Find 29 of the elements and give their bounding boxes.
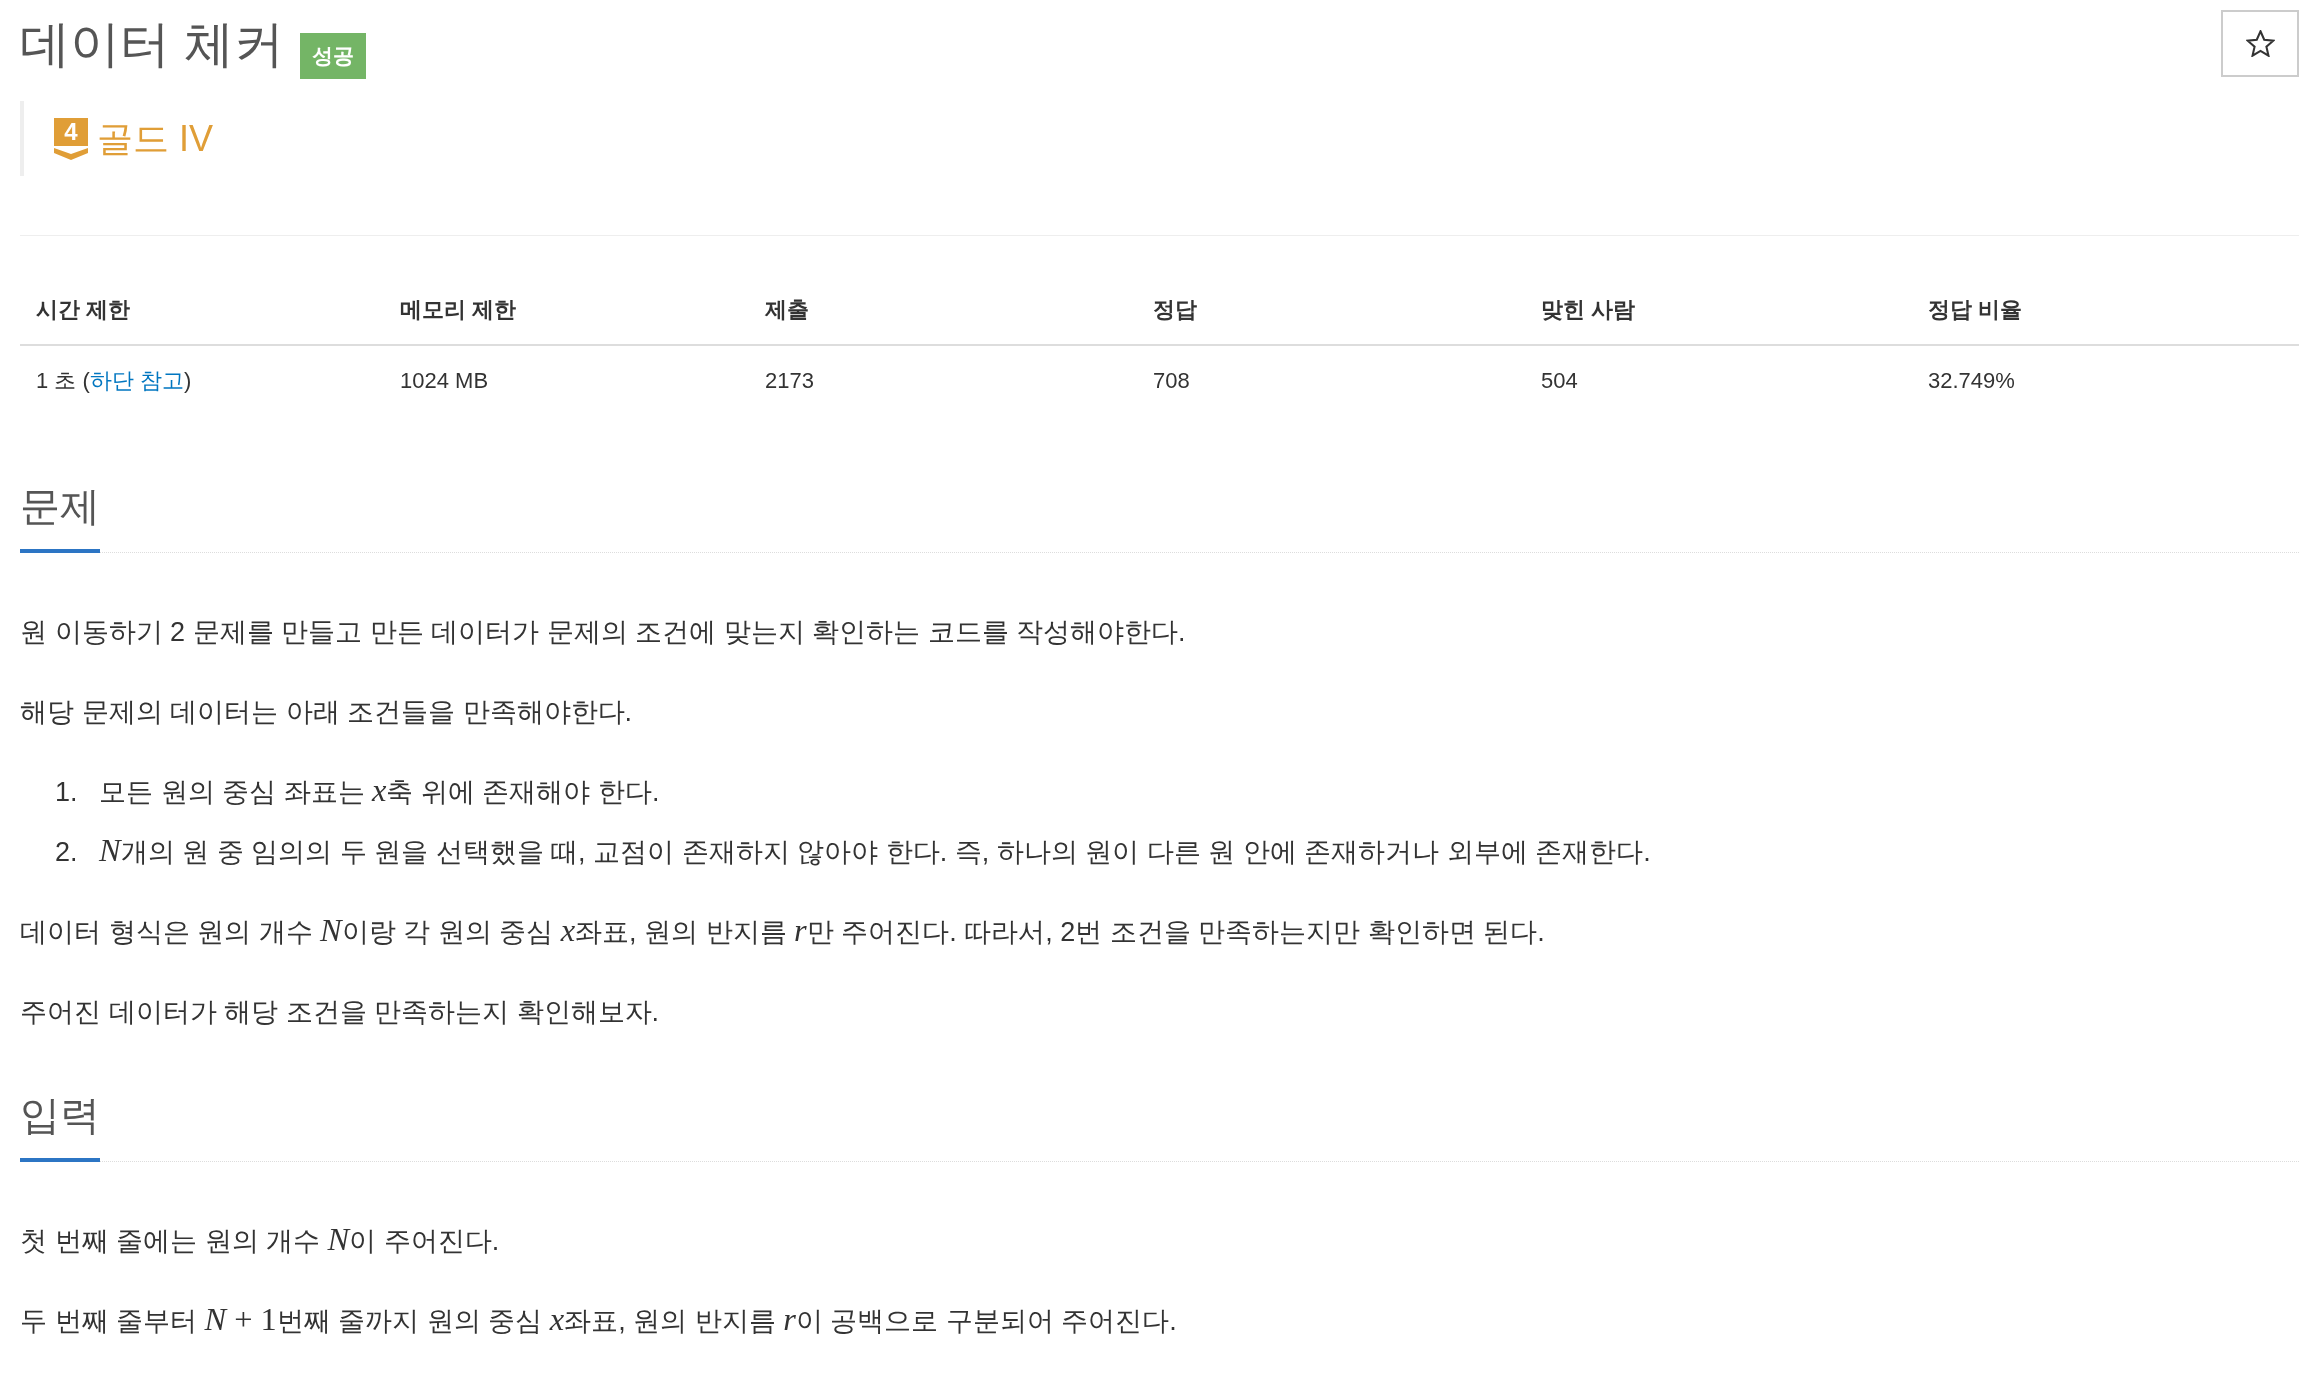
column-header: 정답 [1137, 276, 1525, 346]
paragraph: 주어진 데이터가 해당 조건을 만족하는지 확인해보자. [20, 996, 660, 1029]
table-cell-text: 32.749% [1927, 367, 2016, 395]
column-header: 맞힌 사람 [1525, 276, 1912, 346]
list-number: 1. [55, 776, 79, 809]
paragraph: 해당 문제의 데이터는 아래 조건들을 만족해야한다. [20, 696, 633, 729]
section-heading: 문제 [20, 478, 100, 553]
list-item-text: 모든 원의 중심 좌표는 x축 위에 존재해야 한다. [99, 772, 660, 810]
problem-title: 데이터 체커 [20, 15, 284, 74]
column-header: 시간 제한 [20, 276, 384, 346]
table-cell-text: 2173 [764, 367, 815, 395]
paragraph: 원 이동하기 2 문제를 만들고 만든 데이터가 문제의 조건에 맞는지 확인하는 코드를 작성해야한다. [20, 616, 1187, 649]
section-heading: 입력 [20, 1087, 100, 1162]
status-badge: 성공 [299, 33, 366, 79]
column-header: 메모리 제한 [384, 276, 749, 346]
table-cell-text: 504 [1540, 367, 1579, 395]
table-cell-text: 1024 MB [399, 367, 490, 395]
column-header: 정답 비율 [1912, 276, 2299, 346]
reference-link[interactable]: 하단 참고 [89, 368, 184, 393]
tier-label: 골드 IV [97, 116, 213, 161]
paragraph: 데이터 형식은 원의 개수 N이랑 각 원의 중심 x좌표, 원의 반지름 r만 주어진다. 따라서, 2번 조건을 만족하는지만 확인하면 된다. [20, 912, 1546, 950]
column-header: 제출 [749, 276, 1137, 346]
favorite-button[interactable] [2221, 10, 2299, 77]
list-item-text: N개의 원 중 임의의 두 원을 선택했을 때, 교점이 존재하지 않아야 한다. 즉, 하나의 원이 다른 원 안에 존재하거나 외부에 존재한다. [99, 832, 1651, 870]
paragraph: 첫 번째 줄에는 원의 개수 N이 주어진다. [20, 1221, 501, 1259]
table-cell-text: 708 [1152, 367, 1191, 395]
paragraph: 두 번째 줄부터 N + 1번째 줄까지 원의 중심 x좌표, 원의 반지름 r이 공백으로 구분되어 주어진다. [20, 1301, 1178, 1339]
table-cell-text: 1 초 (하단 참고) [35, 367, 193, 395]
list-number: 2. [55, 836, 79, 869]
